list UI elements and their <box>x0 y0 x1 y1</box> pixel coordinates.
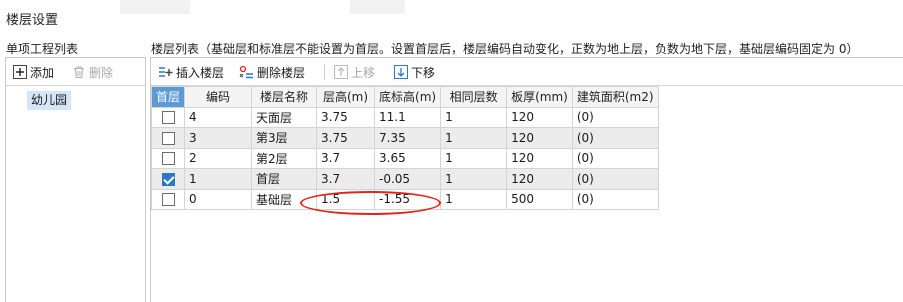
bottom-cell[interactable]: -0.05 <box>374 168 442 190</box>
col-header-height[interactable]: 层高(m) <box>316 86 376 108</box>
delete-floor-label: 删除楼层 <box>257 65 306 80</box>
thickness-cell[interactable]: 120 <box>506 168 573 190</box>
thickness-cell[interactable]: 120 <box>506 127 573 149</box>
same-cell[interactable]: 1 <box>440 168 508 190</box>
plus-icon <box>12 65 27 80</box>
first-floor-cell[interactable] <box>150 147 186 169</box>
delete-rows-icon <box>239 65 254 80</box>
table-row[interactable]: 1 首层 3.7 -0.05 1 120 (0) <box>150 168 659 190</box>
same-cell[interactable]: 1 <box>440 127 508 149</box>
table-row[interactable]: 2 第2层 3.7 3.65 1 120 (0) <box>150 147 659 169</box>
move-up-button[interactable]: 上移 <box>333 63 375 81</box>
code-cell[interactable]: 0 <box>184 188 253 210</box>
window-title: 楼层设置 <box>6 13 59 28</box>
area-cell[interactable]: (0) <box>571 127 659 149</box>
project-list-panel: 添加 删除 幼儿园 <box>5 57 146 302</box>
height-cell[interactable]: 3.7 <box>316 147 376 169</box>
area-cell[interactable]: (0) <box>571 188 659 210</box>
col-header-thickness[interactable]: 板厚(mm) <box>506 86 573 108</box>
first-floor-cell[interactable] <box>150 127 186 149</box>
project-list-toolbar: 添加 删除 <box>6 58 145 86</box>
bottom-cell[interactable]: 11.1 <box>374 106 442 128</box>
floor-list-label: 楼层列表（基础层和标准层不能设置为首层。设置首层后，楼层编码自动变化，正数为地上… <box>151 42 859 56</box>
table-row[interactable]: 4 天面层 3.75 11.1 1 120 (0) <box>150 106 659 128</box>
delete-label: 删除 <box>89 65 114 80</box>
add-button[interactable]: 添加 <box>12 63 54 81</box>
first-floor-checkbox-checked[interactable] <box>161 172 175 186</box>
bottom-cell[interactable]: 3.65 <box>374 147 442 169</box>
name-cell[interactable]: 第3层 <box>251 127 318 149</box>
add-label: 添加 <box>30 65 55 80</box>
code-cell[interactable]: 4 <box>184 106 253 128</box>
first-floor-checkbox[interactable] <box>161 131 175 145</box>
title-bar: 楼层设置 <box>0 0 903 36</box>
project-list-label: 单项工程列表 <box>6 42 79 56</box>
name-cell[interactable]: 天面层 <box>251 106 318 128</box>
table-header-row: 首层 编码 楼层名称 层高(m) 底标高(m) 相同层数 板厚(mm) 建筑面积… <box>150 86 659 108</box>
code-cell[interactable]: 3 <box>184 127 253 149</box>
name-cell[interactable]: 第2层 <box>251 147 318 169</box>
first-floor-checkbox[interactable] <box>161 152 175 166</box>
first-floor-cell[interactable] <box>150 106 186 128</box>
delete-floor-button[interactable]: 删除楼层 <box>239 63 305 81</box>
thickness-cell[interactable]: 120 <box>506 147 573 169</box>
project-item[interactable]: 幼儿园 <box>27 91 72 110</box>
thickness-cell[interactable]: 120 <box>506 106 573 128</box>
height-cell[interactable]: 3.75 <box>316 127 376 149</box>
insert-floor-label: 插入楼层 <box>176 65 225 80</box>
code-cell[interactable]: 2 <box>184 147 253 169</box>
move-down-button[interactable]: 下移 <box>393 63 435 81</box>
arrow-up-icon <box>333 65 348 80</box>
height-cell[interactable]: 3.75 <box>316 106 376 128</box>
move-up-label: 上移 <box>351 65 376 80</box>
first-floor-cell[interactable] <box>150 188 186 210</box>
area-cell[interactable]: (0) <box>571 106 659 128</box>
floor-toolbar: 插入楼层 删除楼层 上移 下移 <box>151 58 903 86</box>
code-cell[interactable]: 1 <box>184 168 253 190</box>
name-cell[interactable]: 首层 <box>251 168 318 190</box>
col-header-area[interactable]: 建筑面积(m2) <box>571 86 659 108</box>
height-cell[interactable]: 3.7 <box>316 168 376 190</box>
insert-rows-icon <box>158 65 173 80</box>
toolbar-separator <box>324 64 325 80</box>
first-floor-checkbox[interactable] <box>161 193 175 207</box>
floor-list-panel: 插入楼层 删除楼层 上移 下移 首层 编码 楼层名称 层高(m) 底标高(m) … <box>150 57 903 302</box>
area-cell[interactable]: (0) <box>571 168 659 190</box>
col-header-same[interactable]: 相同层数 <box>440 86 508 108</box>
col-header-bottom[interactable]: 底标高(m) <box>374 86 442 108</box>
delete-button[interactable]: 删除 <box>71 63 113 81</box>
area-cell[interactable]: (0) <box>571 147 659 169</box>
col-header-code[interactable]: 编码 <box>184 86 253 108</box>
move-down-label: 下移 <box>411 65 436 80</box>
blurred-area <box>350 0 405 14</box>
red-ellipse-annotation <box>300 191 441 215</box>
first-floor-checkbox[interactable] <box>161 111 175 125</box>
bottom-cell[interactable]: 7.35 <box>374 127 442 149</box>
table-row[interactable]: 3 第3层 3.75 7.35 1 120 (0) <box>150 127 659 149</box>
col-header-name[interactable]: 楼层名称 <box>251 86 318 108</box>
trash-icon <box>71 65 86 80</box>
insert-floor-button[interactable]: 插入楼层 <box>158 63 224 81</box>
same-cell[interactable]: 1 <box>440 106 508 128</box>
blurred-area <box>120 0 190 14</box>
col-header-first-floor[interactable]: 首层 <box>150 86 186 108</box>
first-floor-cell[interactable] <box>150 168 186 190</box>
thickness-cell[interactable]: 500 <box>506 188 573 210</box>
arrow-down-icon <box>393 65 408 80</box>
same-cell[interactable]: 1 <box>440 147 508 169</box>
same-cell[interactable]: 1 <box>440 188 508 210</box>
floor-table: 首层 编码 楼层名称 层高(m) 底标高(m) 相同层数 板厚(mm) 建筑面积… <box>150 86 659 210</box>
